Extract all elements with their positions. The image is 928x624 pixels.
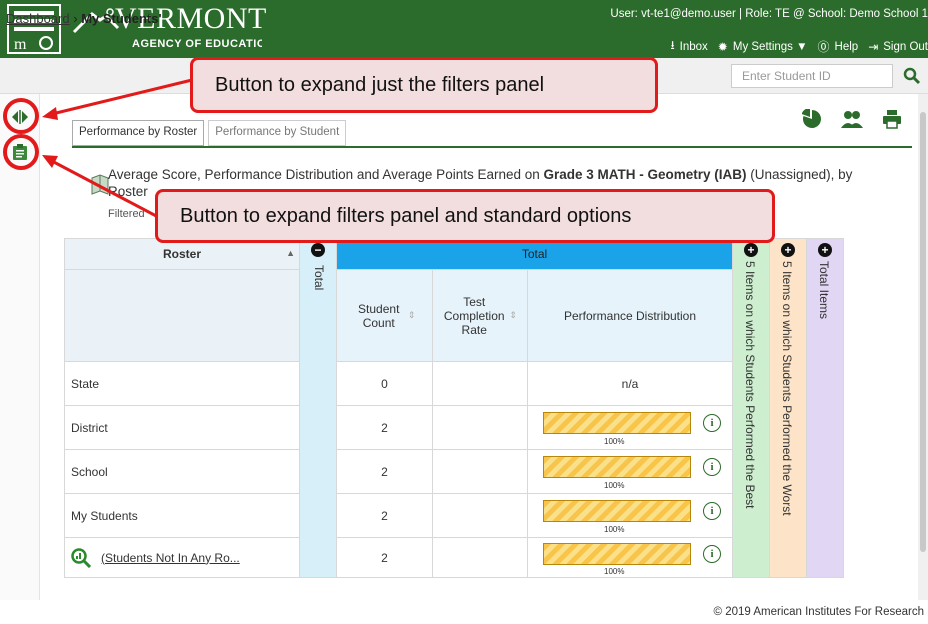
- callout-filters-only: Button to expand just the filters panel: [190, 57, 658, 113]
- copyright-footer: © 2019 American Institutes For Research: [713, 606, 924, 618]
- callout-filters-and-options: Button to expand filters panel and stand…: [155, 189, 775, 243]
